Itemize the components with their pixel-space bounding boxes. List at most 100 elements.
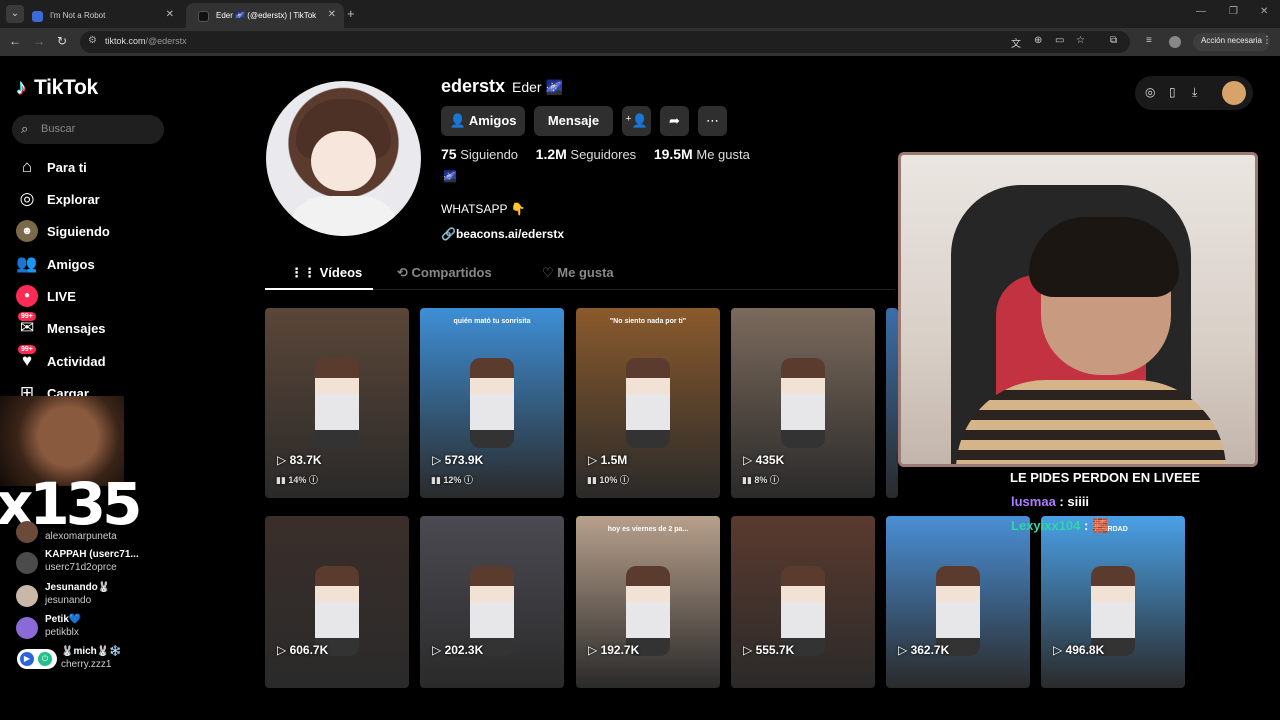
close-window-icon[interactable]: ✕ <box>1260 6 1268 17</box>
power-icon: ⏻ <box>38 652 52 666</box>
compass-icon[interactable]: ◎ <box>1145 85 1155 99</box>
friends-icon: 👥 <box>16 254 38 273</box>
sidebar-item-label: Amigos <box>47 257 95 272</box>
avatar-shirt <box>286 196 401 236</box>
close-tab-icon[interactable]: ✕ <box>166 9 174 20</box>
video-thumbnail[interactable]: VERDAD▷ 496.8K▮▮ 9% ⓘ <box>1041 516 1185 688</box>
zoom-icon[interactable]: ⊕ <box>1034 35 1042 46</box>
close-tab-icon[interactable]: ✕ <box>328 9 336 20</box>
url-field[interactable]: ⚙ tiktok.com/@ederstx <box>80 31 1130 53</box>
sidebar-item-para-ti[interactable]: ⌂ Para ti <box>16 156 216 180</box>
tab-me-gusta[interactable]: ♡ Me gusta <box>542 265 614 281</box>
video-caption: "No siento nada por ti" <box>609 318 687 325</box>
more-menu-icon[interactable]: ⋮ <box>1262 35 1272 46</box>
sidebar-item-label: Para ti <box>47 160 87 175</box>
user-avatar[interactable] <box>1222 81 1246 105</box>
profile-link-text[interactable]: beacons.ai/ederstx <box>456 227 564 241</box>
cast-icon[interactable]: ▭ <box>1055 35 1064 46</box>
browser-tab-1[interactable]: I'm Not a Robot ✕ <box>20 3 182 28</box>
browser-tab-1-title: I'm Not a Robot <box>50 11 106 20</box>
minimize-icon[interactable]: — <box>1196 6 1206 17</box>
url-text: tiktok.com/@ederstx <box>105 36 187 46</box>
media-queue-icon[interactable]: ≡ <box>1146 35 1152 46</box>
back-icon[interactable]: ← <box>9 34 21 48</box>
download-icon[interactable]: ⤓ <box>1192 85 1197 100</box>
address-bar-row: ← → ↻ ⚙ tiktok.com/@ederstx 文 ⊕ ▭ ☆ ⧉ ≡ … <box>0 28 1280 56</box>
following-account[interactable]: Jesunando🐰 jesunando <box>16 582 236 612</box>
search-icon: ⌕ <box>21 121 29 136</box>
extensions-icon[interactable]: ⧉ <box>1110 35 1117 46</box>
video-thumbnail[interactable]: hoy es viernes de 2 pa...▷ 192.7K▮▮ 8% ⓘ <box>576 516 720 688</box>
video-thumbnail[interactable]: ▷ 83.7K ▮▮ 14% ⓘ <box>265 308 409 498</box>
message-button[interactable]: Mensaje <box>534 106 613 136</box>
video-thumbnail[interactable]: ▷ 606.7K▮▮ 9% ⓘ <box>265 516 409 688</box>
sidebar-item-label: Mensajes <box>47 321 106 336</box>
browser-tab-2[interactable]: Eder 🌌 (@ederstx) | TikTok ✕ <box>186 3 344 28</box>
video-thumbnail[interactable]: "No siento nada por ti" ▷ 1.5M ▮▮ 10% ⓘ <box>576 308 720 498</box>
restore-icon[interactable]: ❐ <box>1229 6 1238 17</box>
tab-videos-label: Vídeos <box>319 265 363 280</box>
following-label[interactable]: Siguiendo <box>460 147 518 162</box>
tab-compartidos[interactable]: ⟲ Compartidos <box>397 265 492 281</box>
streamer-webcam <box>898 152 1258 467</box>
profile-avatar[interactable] <box>266 81 421 236</box>
account-name: Petik💙 <box>45 614 82 625</box>
more-options-icon[interactable]: ⋯ <box>698 106 727 136</box>
following-account[interactable]: alexomarpuneta <box>16 518 236 548</box>
bookmark-star-icon[interactable]: ☆ <box>1076 35 1085 46</box>
chat-message: lusmaa : siiii <box>1011 494 1089 509</box>
device-icon[interactable]: ▯ <box>1169 85 1176 99</box>
following-account[interactable]: KAPPAH (userc71... userc71d2oprce <box>16 549 236 579</box>
share-icon[interactable]: ➦ <box>660 106 689 136</box>
profile-avatar-icon[interactable] <box>1169 36 1181 48</box>
video-thumbnail[interactable]: ▮▮ 7% ⓘ <box>886 308 898 498</box>
site-info-icon[interactable]: ⚙ <box>88 35 97 46</box>
followers-label[interactable]: Seguidores <box>570 147 636 162</box>
add-friend-icon[interactable]: ⁺👤 <box>622 106 651 136</box>
new-tab-icon[interactable]: + <box>347 6 355 21</box>
profile-link[interactable]: 🔗beacons.ai/ederstx <box>441 227 564 241</box>
friends-button-label: Amigos <box>468 113 517 128</box>
video-views: ▷ 573.9K <box>432 453 484 467</box>
following-avatar-icon: ☻ <box>16 220 38 242</box>
search-input[interactable]: ⌕ Buscar <box>12 115 164 144</box>
tiktok-logo[interactable]: ♪ TikTok <box>16 76 98 100</box>
sidebar-item-label: Actividad <box>47 354 106 369</box>
sidebar-item-live[interactable]: ● LIVE <box>16 285 216 309</box>
avatar-face <box>311 131 376 191</box>
profile-action-button[interactable]: Acción necesaria <box>1193 33 1270 51</box>
video-thumbnail[interactable]: ▷ 555.7K▮▮ 12% ⓘ <box>731 516 875 688</box>
chat-message: Lexyixx104 : 🧱 <box>1011 518 1108 534</box>
sidebar-item-siguiendo[interactable]: ☻ Siguiendo <box>16 220 216 244</box>
profile-username: ederstx <box>441 76 506 96</box>
url-path: /@ederstx <box>145 36 187 46</box>
video-views: ▷ 496.8K <box>1053 643 1105 657</box>
chat-user: lusmaa <box>1011 494 1056 509</box>
avatar <box>16 617 38 639</box>
account-handle: jesunando <box>45 595 92 606</box>
tiktok-note-icon: ♪ <box>16 76 27 99</box>
sidebar-item-amigos[interactable]: 👥 Amigos <box>16 253 216 277</box>
sidebar-item-actividad[interactable]: ♥ 99+ Actividad <box>16 345 216 374</box>
video-thumbnail[interactable]: quién mató tu sonrisita ▷ 573.9K ▮▮ 12% ⓘ <box>420 308 564 498</box>
video-thumbnail[interactable]: ▷ 202.3K▮▮ 8% ⓘ <box>420 516 564 688</box>
video-subject <box>626 358 670 448</box>
sidebar-item-explorar[interactable]: ◎ Explorar <box>16 188 216 212</box>
video-subject <box>315 358 359 448</box>
account-handle: userc71d2oprce <box>45 562 117 573</box>
reload-icon[interactable]: ↻ <box>57 34 67 48</box>
sidebar-item-mensajes[interactable]: ✉ 99+ Mensajes <box>16 312 216 341</box>
forward-icon[interactable]: → <box>33 34 45 48</box>
friends-button[interactable]: 👤 Amigos <box>441 106 525 136</box>
tab-compartidos-label: Compartidos <box>411 265 492 280</box>
video-thumbnail[interactable]: ▷ 435K ▮▮ 8% ⓘ <box>731 308 875 498</box>
tab-videos[interactable]: ⋮⋮ Vídeos <box>290 265 362 281</box>
profile-tabs: ⋮⋮ Vídeos ⟲ Compartidos ♡ Me gusta <box>265 262 895 290</box>
browser-tab-bar: ⌄ I'm Not a Robot ✕ Eder 🌌 (@ederstx) | … <box>0 0 1280 28</box>
avatar <box>16 552 38 574</box>
account-name: KAPPAH (userc71... <box>45 549 139 560</box>
translate-icon[interactable]: 文 <box>1011 35 1021 50</box>
video-percentage: ▮▮ 10% ⓘ <box>587 475 629 485</box>
following-account[interactable]: Petik💙 petikblx <box>16 614 236 644</box>
video-thumbnail[interactable]: ▷ 362.7K▮▮ 10% ⓘ <box>886 516 1030 688</box>
